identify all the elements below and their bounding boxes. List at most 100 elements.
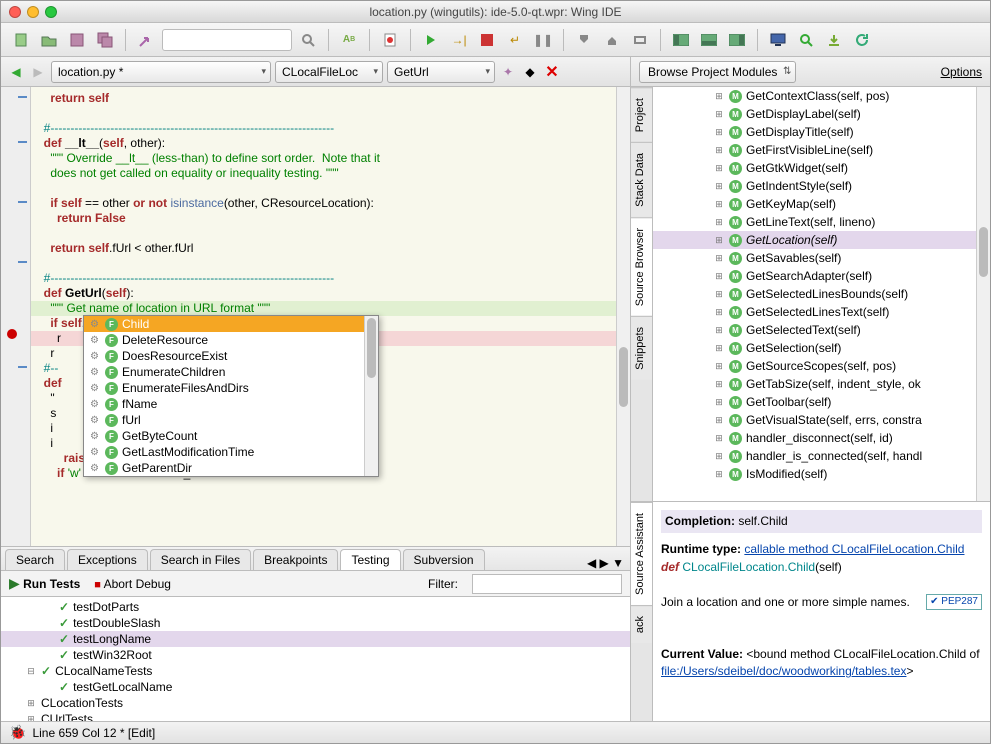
test-tree-item[interactable]: ✓testLongName [1,631,630,647]
minimize-window-button[interactable] [27,6,39,18]
tree-twisty-icon[interactable]: ⊞ [25,714,37,722]
autocomplete-item[interactable]: ⚙FGetParentDir [84,460,378,476]
history-fwd-icon[interactable]: ▶ [29,62,47,82]
tree-expand-icon[interactable]: ⊞ [713,343,725,354]
frame-icon[interactable] [628,28,652,52]
tab-testing[interactable]: Testing [340,549,400,570]
test-tree-item[interactable]: ✓testGetLocalName [1,679,630,695]
browser-item[interactable]: ⊞Mhandler_disconnect(self, id) [653,429,990,447]
tree-expand-icon[interactable]: ⊞ [713,325,725,336]
zoom-icon[interactable] [794,28,818,52]
test-tree-item[interactable]: ✓testDotParts [1,599,630,615]
toolbar-search-input[interactable] [162,29,292,51]
search-icon[interactable] [296,28,320,52]
step-over-icon[interactable]: →| [447,28,471,52]
browser-item[interactable]: ⊞MIsModified(self) [653,465,990,483]
reload-icon[interactable] [850,28,874,52]
vtab-source-assistant[interactable]: Source Assistant [631,502,652,605]
test-tree-item[interactable]: ⊞CLocationTests [1,695,630,711]
tree-expand-icon[interactable]: ⊞ [713,253,725,264]
browser-item[interactable]: ⊞MGetSelection(self) [653,339,990,357]
source-browser-tree[interactable]: ⊞MGetContextClass(self, pos)⊞MGetDisplay… [653,87,990,501]
editor-scrollbar[interactable] [616,87,630,546]
save-icon[interactable] [65,28,89,52]
goto-def-icon[interactable] [134,28,158,52]
options-link[interactable]: Options [941,65,982,79]
autocomplete-item[interactable]: ⚙FDeleteResource [84,332,378,348]
tree-expand-icon[interactable]: ⊞ [713,127,725,138]
file-selector[interactable]: location.py * [51,61,271,83]
browser-item[interactable]: ⊞MGetDisplayLabel(self) [653,105,990,123]
tree-expand-icon[interactable]: ⊞ [713,163,725,174]
autocomplete-item[interactable]: ⚙FGetByteCount [84,428,378,444]
autocomplete-item[interactable]: ⚙FGetLastModificationTime [84,444,378,460]
browser-item[interactable]: ⊞MGetVisualState(self, errs, constra [653,411,990,429]
test-tree-item[interactable]: ✓testWin32Root [1,647,630,663]
browser-item[interactable]: ⊞MGetSourceScopes(self, pos) [653,357,990,375]
browser-item[interactable]: ⊞Mhandler_is_connected(self, handl [653,447,990,465]
browser-item[interactable]: ⊞MGetSelectedLinesBounds(self) [653,285,990,303]
autocomplete-item[interactable]: ⚙FEnumerateFilesAndDirs [84,380,378,396]
tree-expand-icon[interactable]: ⊞ [713,91,725,102]
vtab-snippets[interactable]: Snippets [631,316,652,380]
download-icon[interactable] [822,28,846,52]
tree-expand-icon[interactable]: ⊞ [713,271,725,282]
play-icon[interactable] [419,28,443,52]
tab-search-in-files[interactable]: Search in Files [150,549,251,570]
browser-item[interactable]: ⊞MGetSavables(self) [653,249,990,267]
panel3-icon[interactable] [725,28,749,52]
runtime-type-link[interactable]: callable method CLocalFileLocation.Child [744,542,964,556]
tree-expand-icon[interactable]: ⊞ [713,199,725,210]
autocomplete-item[interactable]: ⚙FDoesResourceExist [84,348,378,364]
autocomplete-scrollbar[interactable] [364,316,378,476]
autocomplete-item[interactable]: ⚙FfUrl [84,412,378,428]
tree-expand-icon[interactable]: ⊞ [713,289,725,300]
stop-icon[interactable] [475,28,499,52]
autocomplete-item[interactable]: ⚙FEnumerateChildren [84,364,378,380]
frame-down-icon[interactable] [572,28,596,52]
tree-expand-icon[interactable]: ⊞ [713,181,725,192]
new-file-icon[interactable] [9,28,33,52]
pause-icon[interactable]: ❚❚ [531,28,555,52]
close-file-icon[interactable]: ✕ [543,63,561,81]
abort-debug-button[interactable]: ■ Abort Debug [94,577,171,591]
tab-breakpoints[interactable]: Breakpoints [253,549,338,570]
run-tests-button[interactable]: ▶ Run Tests [9,575,80,592]
tree-expand-icon[interactable]: ⊞ [713,397,725,408]
browser-item[interactable]: ⊞MGetContextClass(self, pos) [653,87,990,105]
vtab-stack-data[interactable]: Stack Data [631,142,652,217]
frame-up-icon[interactable] [600,28,624,52]
test-tree-item[interactable]: ⊟✓CLocalNameTests [1,663,630,679]
tab-subversion[interactable]: Subversion [403,549,485,570]
browser-item[interactable]: ⊞MGetIndentStyle(self) [653,177,990,195]
tree-twisty-icon[interactable]: ⊟ [25,666,37,677]
zoom-window-button[interactable] [45,6,57,18]
sticky-icon[interactable]: ◆ [521,63,539,81]
pin-icon[interactable]: ✦ [499,63,517,81]
tree-expand-icon[interactable]: ⊞ [713,217,725,228]
filter-input[interactable] [472,574,622,594]
bottom-tabs-more[interactable]: ◀ ▶ ▼ [581,556,630,570]
tree-expand-icon[interactable]: ⊞ [713,469,725,480]
tree-expand-icon[interactable]: ⊞ [713,145,725,156]
history-back-icon[interactable]: ◀ [7,62,25,82]
step-out-icon[interactable]: ↵ [503,28,527,52]
vtab-stack[interactable]: ack [631,605,652,643]
test-tree[interactable]: ✓testDotParts✓testDoubleSlash✓testLongNa… [1,597,630,721]
browser-item[interactable]: ⊞MGetSelectedLinesText(self) [653,303,990,321]
browser-item[interactable]: ⊞MGetTabSize(self, indent_style, ok [653,375,990,393]
tab-search[interactable]: Search [5,549,65,570]
browser-item[interactable]: ⊞MGetSearchAdapter(self) [653,267,990,285]
browser-item[interactable]: ⊞MGetDisplayTitle(self) [653,123,990,141]
close-window-button[interactable] [9,6,21,18]
vtab-project[interactable]: Project [631,87,652,142]
panel1-icon[interactable] [669,28,693,52]
browser-item[interactable]: ⊞MGetToolbar(self) [653,393,990,411]
method-selector[interactable]: GetUrl [387,61,495,83]
indent-icon[interactable]: AB [337,28,361,52]
browser-item[interactable]: ⊞MGetLineText(self, lineno) [653,213,990,231]
open-file-icon[interactable] [37,28,61,52]
tree-expand-icon[interactable]: ⊞ [713,109,725,120]
browse-mode-selector[interactable]: Browse Project Modules [639,61,796,83]
debug-file-icon[interactable] [378,28,402,52]
